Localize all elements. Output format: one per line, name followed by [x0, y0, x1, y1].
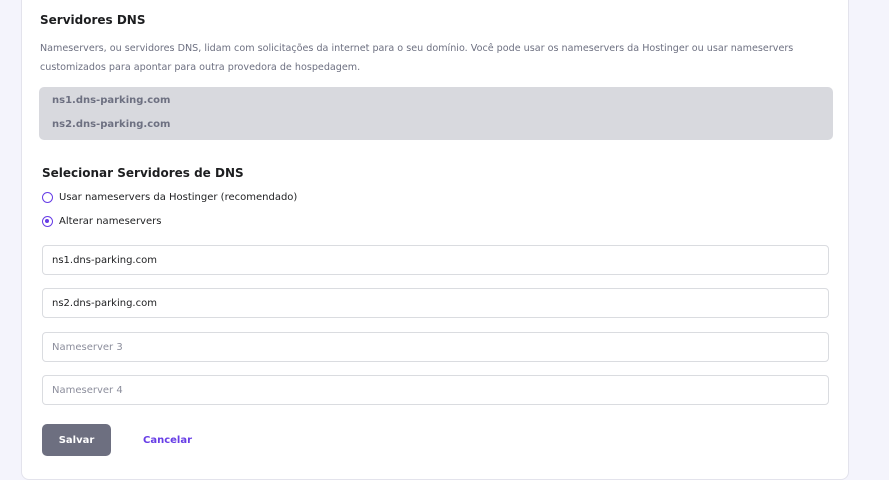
form-title: Selecionar Servidores de DNS — [42, 166, 244, 180]
nameserver-4-input[interactable] — [42, 375, 829, 405]
section-title: Servidores DNS — [40, 13, 146, 27]
current-nameserver-2: ns2.dns-parking.com — [52, 119, 171, 130]
radio-option-hostinger[interactable]: Usar nameservers da Hostinger (recomenda… — [42, 192, 297, 203]
radio-option-change-nameservers[interactable]: Alterar nameservers — [42, 216, 161, 227]
nameserver-3-input[interactable] — [42, 332, 829, 362]
nameserver-1-input[interactable] — [42, 245, 829, 275]
radio-checked-icon[interactable] — [42, 216, 53, 227]
radio-unchecked-icon[interactable] — [42, 192, 53, 203]
nameserver-2-input[interactable] — [42, 288, 829, 318]
radio-option-hostinger-label: Usar nameservers da Hostinger (recomenda… — [59, 192, 298, 203]
cancel-button[interactable]: Cancelar — [135, 424, 200, 456]
save-button[interactable]: Salvar — [42, 424, 111, 456]
section-description: Nameservers, ou servidores DNS, lidam co… — [40, 43, 794, 73]
current-nameserver-1: ns1.dns-parking.com — [52, 95, 171, 106]
current-nameservers-box: ns1.dns-parking.com ns2.dns-parking.com — [39, 87, 833, 140]
dns-settings-card: Servidores DNS Nameservers, ou servidore… — [21, 0, 849, 480]
radio-option-change-label: Alterar nameservers — [59, 216, 162, 227]
